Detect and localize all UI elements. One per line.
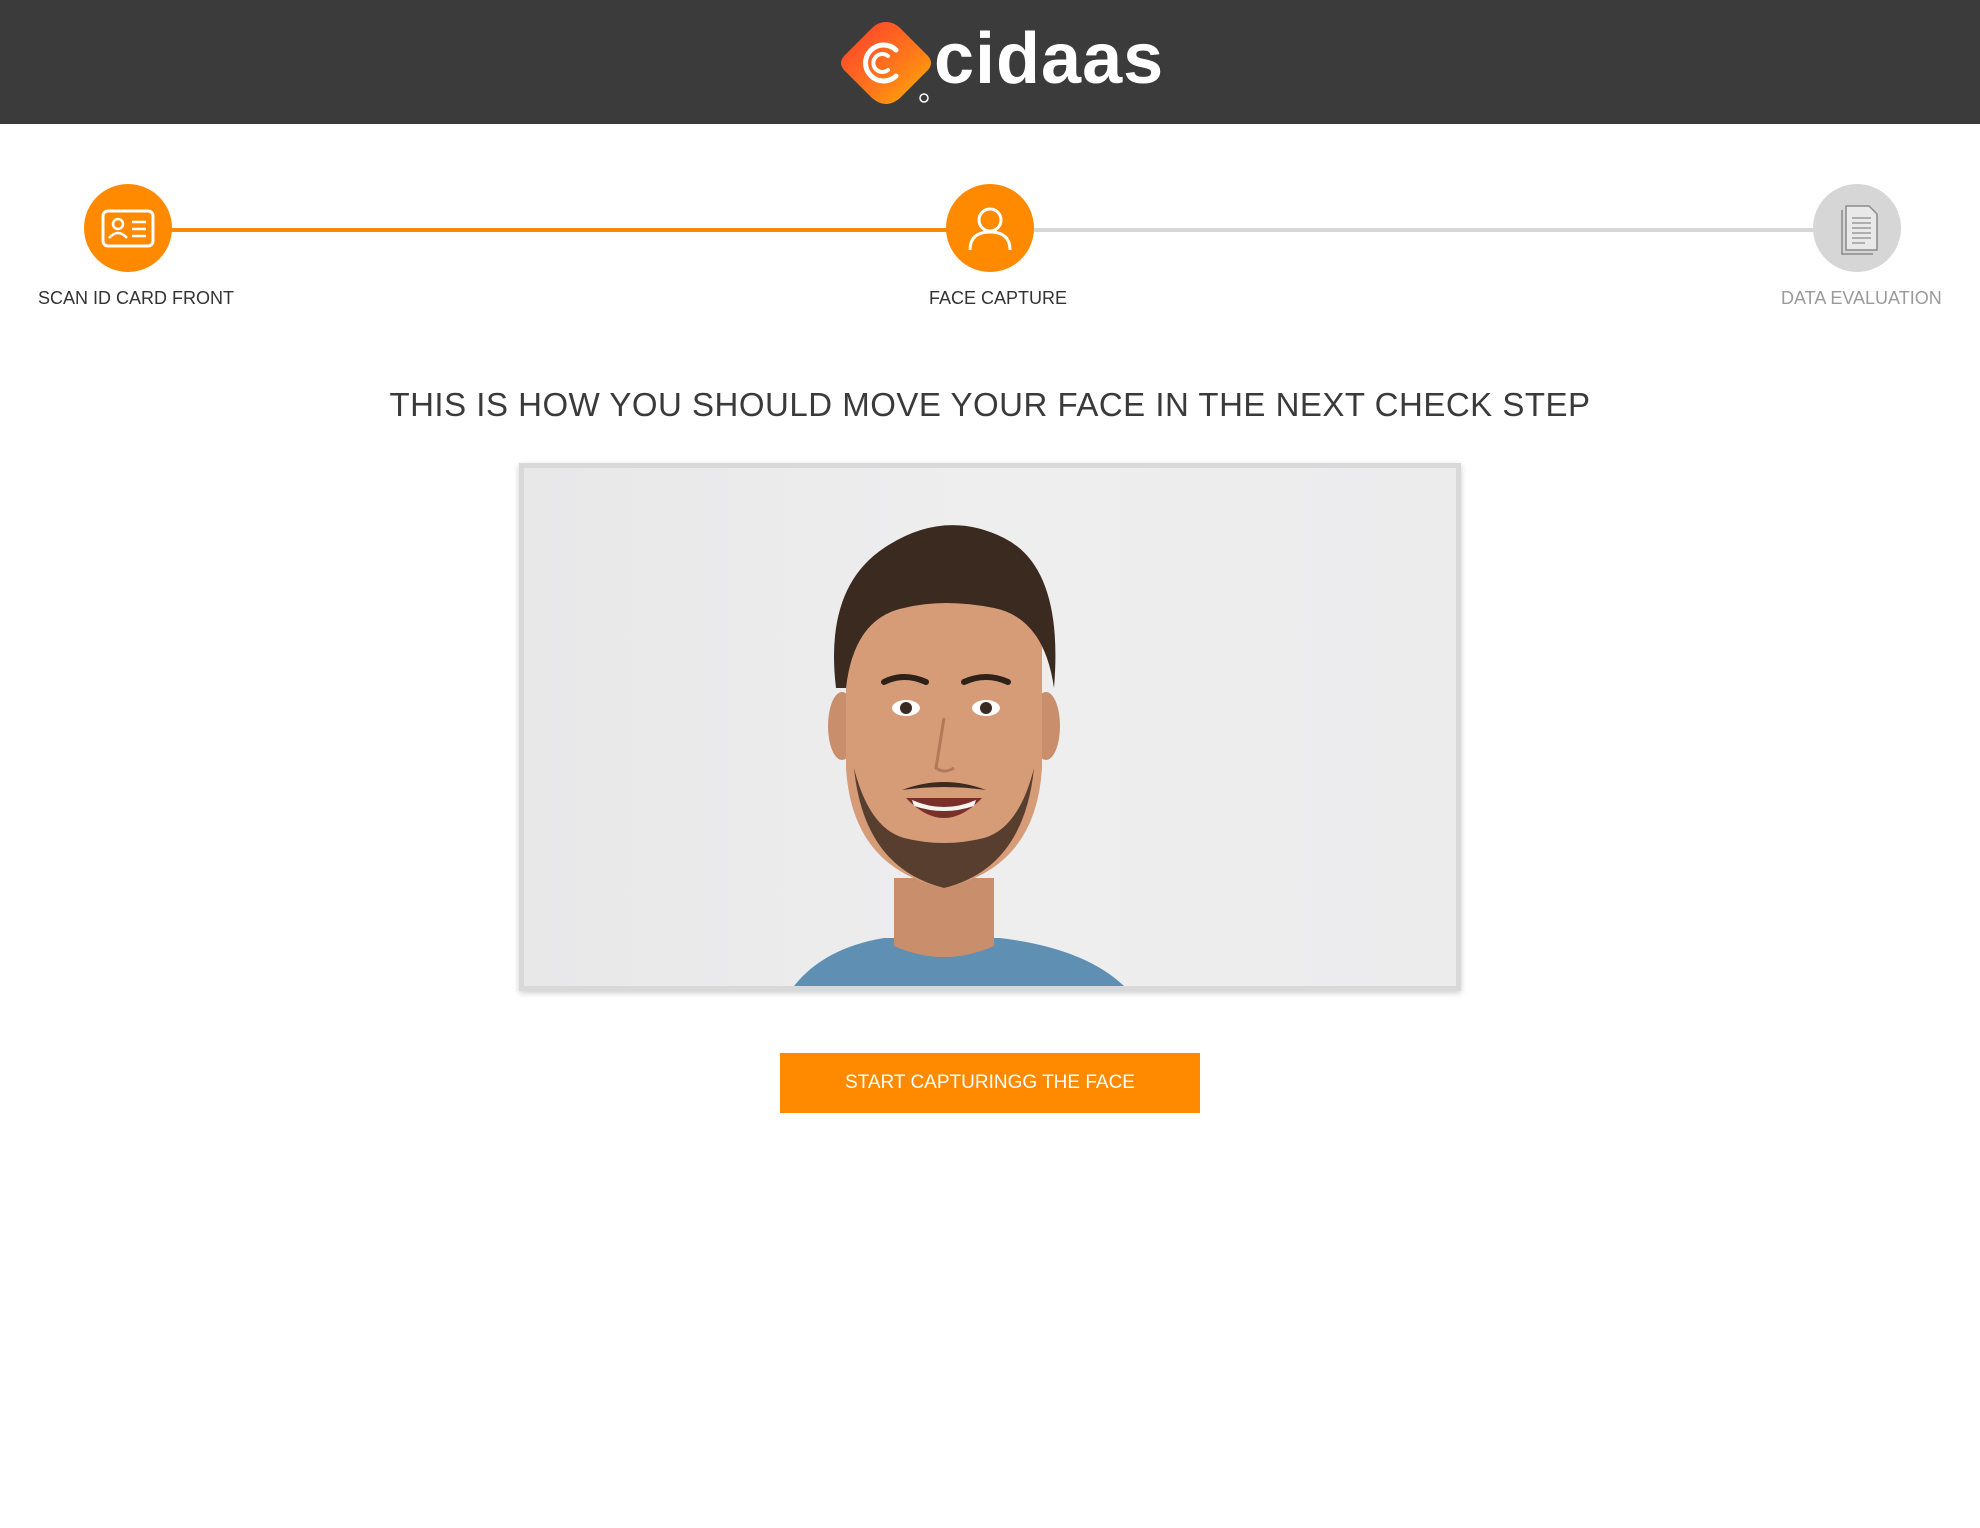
face-illustration	[794, 525, 1124, 986]
user-icon	[968, 207, 1012, 251]
step-data-evaluation	[1813, 184, 1901, 272]
face-demo-photo	[519, 463, 1461, 991]
brand-wordmark: cidaas	[934, 19, 1165, 99]
stepper-line-completed	[128, 228, 990, 232]
step-face-capture	[946, 184, 1034, 272]
stepper-line-pending	[990, 228, 1858, 232]
progress-stepper: SCAN ID CARD FRONT FACE CAPTURE DATA EVA…	[0, 124, 1980, 324]
top-bar: cidaas	[0, 0, 1980, 124]
document-icon	[1841, 205, 1878, 255]
start-capturing-button[interactable]: START CAPTURINGG THE FACE	[780, 1053, 1200, 1113]
cidaas-logo-icon	[841, 22, 931, 104]
instruction-headline: THIS IS HOW YOU SHOULD MOVE YOUR FACE IN…	[389, 386, 1591, 423]
step-scan-id-card	[84, 184, 172, 272]
step-label-scan-id-card: SCAN ID CARD FRONT	[38, 288, 235, 308]
step-label-face-capture: FACE CAPTURE	[929, 288, 1068, 308]
step-label-data-evaluation: DATA EVALUATION	[1781, 288, 1942, 308]
brand-logo[interactable]: cidaas	[838, 19, 1163, 106]
id-card-icon	[101, 209, 155, 248]
